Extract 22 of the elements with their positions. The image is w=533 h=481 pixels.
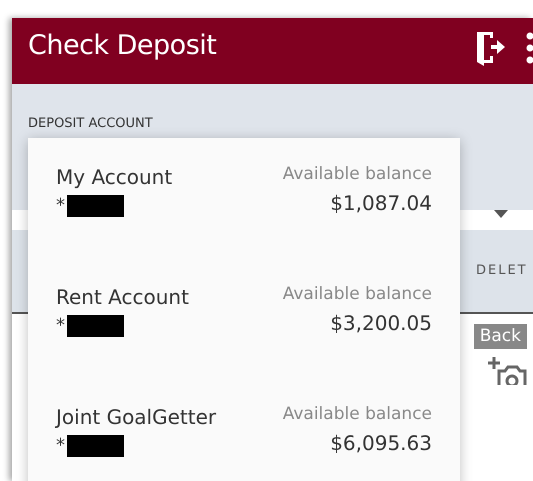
balance-amount: $3,200.05 [329, 310, 432, 336]
balance-label: Available balance [282, 283, 432, 306]
balance-label: Available balance [282, 403, 432, 426]
balance-label: Available balance [282, 163, 432, 186]
add-camera-icon[interactable] [487, 355, 527, 385]
account-name[interactable]: Rent Account [56, 282, 189, 312]
more-options-icon[interactable] [525, 32, 533, 64]
redaction-bar [67, 194, 124, 216]
page-title: Check Deposit [28, 29, 216, 63]
delete-button[interactable]: DELET [470, 261, 533, 281]
account-name[interactable]: My Account [56, 162, 172, 192]
field-label: DEPOSIT ACCOUNT [28, 115, 154, 133]
account-mask: * [56, 434, 65, 458]
back-button[interactable]: Back [474, 324, 527, 349]
account-mask: * [56, 314, 65, 338]
redaction-bar [67, 314, 124, 336]
logout-icon[interactable] [475, 30, 505, 66]
balance-amount: $6,095.63 [329, 430, 432, 456]
balance-amount: $1,087.04 [329, 190, 432, 216]
account-name[interactable]: Joint GoalGetter [56, 402, 216, 432]
account-mask: * [56, 194, 65, 218]
redaction-bar [67, 434, 124, 456]
